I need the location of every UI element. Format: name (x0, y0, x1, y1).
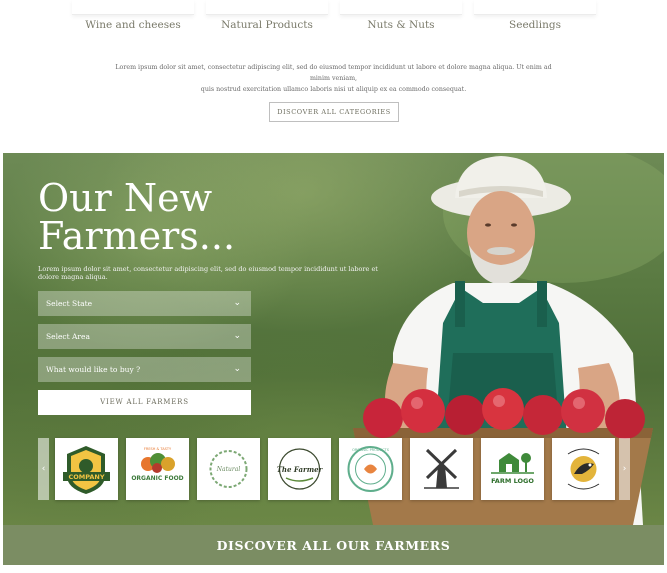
view-all-farmers-button[interactable]: VIEW ALL FARMERS (38, 390, 251, 415)
category-card[interactable] (206, 0, 328, 15)
farmer-logo-bird-photography[interactable] (552, 438, 615, 500)
logo-text: Natural (216, 466, 241, 473)
category-nuts[interactable]: Nuts & Nuts (336, 19, 466, 31)
category-natural-products[interactable]: Natural Products (202, 19, 332, 31)
select-buy-dropdown[interactable]: What would like to buy ? ⌄ (38, 357, 251, 382)
svg-text:FRESH & TASTY: FRESH & TASTY (144, 447, 172, 451)
farmer-logo-company[interactable]: COMPANY (55, 438, 118, 500)
category-strip: Wine and cheeses Natural Products Nuts &… (0, 0, 667, 40)
category-card[interactable] (474, 0, 596, 15)
select-area-label: Select Area (46, 332, 90, 341)
chevron-down-icon: ⌄ (233, 331, 241, 341)
category-card[interactable] (340, 0, 462, 15)
select-buy-label: What would like to buy ? (46, 365, 141, 374)
windmill-logo-icon (424, 448, 459, 489)
farm-logo-icon: FARM LOGO (491, 453, 534, 485)
logo-text: ORGANIC PRODUCTS (352, 448, 390, 452)
hero-subtitle: Lorem ipsum dolor sit amet, consectetur … (38, 265, 378, 281)
intro-line-1: Lorem ipsum dolor sit amet, consectetur … (115, 64, 552, 82)
hero-title: Our New Farmers... (38, 179, 235, 255)
company-badge-logo-icon: COMPANY (63, 446, 110, 494)
chevron-down-icon: ⌄ (233, 298, 241, 308)
farmer-logo-natural[interactable]: Natural (197, 438, 260, 500)
farmer-logo-organic-products[interactable]: ORGANIC PRODUCTS (339, 438, 402, 500)
intro-text: Lorem ipsum dolor sit amet, consectetur … (110, 62, 557, 95)
logo-text: FARM LOGO (491, 477, 534, 485)
farmer-logo-the-farmer[interactable]: The Farmer (268, 438, 331, 500)
the-farmer-logo-icon: The Farmer (277, 448, 324, 490)
discover-categories-button[interactable]: DISCOVER ALL CATEGORIES (269, 102, 399, 122)
select-state-label: Select State (46, 299, 93, 308)
logo-text: COMPANY (68, 473, 104, 481)
chevron-down-icon: ⌄ (233, 364, 241, 374)
category-seedlings[interactable]: Seedlings (470, 19, 600, 31)
farmer-logo-farm[interactable]: FARM LOGO (481, 438, 544, 500)
intro-line-2: quis nostrud exercitation ullamco labori… (200, 86, 467, 93)
hero-title-line-1: Our New (38, 176, 213, 220)
category-card[interactable] (72, 0, 194, 15)
farmers-hero: Our New Farmers... Lorem ipsum dolor sit… (3, 153, 664, 525)
hero-title-line-2: Farmers... (38, 214, 236, 258)
organic-products-logo-icon: ORGANIC PRODUCTS (347, 446, 394, 492)
carousel-next-button[interactable]: › (619, 438, 630, 500)
farmer-logo-organic-food[interactable]: ORGANIC FOOD FRESH & TASTY (126, 438, 189, 500)
bird-photography-logo-icon (567, 448, 600, 490)
logo-text: The Farmer (277, 465, 324, 474)
category-wine-cheeses[interactable]: Wine and cheeses (68, 19, 198, 31)
organic-food-logo-icon: ORGANIC FOOD FRESH & TASTY (131, 447, 183, 482)
natural-wreath-logo-icon: Natural (209, 450, 248, 488)
select-state-dropdown[interactable]: Select State ⌄ (38, 291, 251, 316)
farmer-logo-windmill[interactable] (410, 438, 473, 500)
carousel-prev-button[interactable]: ‹ (38, 438, 49, 500)
logo-text: ORGANIC FOOD (131, 475, 183, 482)
discover-farmers-button[interactable]: DISCOVER ALL OUR FARMERS (3, 525, 664, 565)
select-area-dropdown[interactable]: Select Area ⌄ (38, 324, 251, 349)
